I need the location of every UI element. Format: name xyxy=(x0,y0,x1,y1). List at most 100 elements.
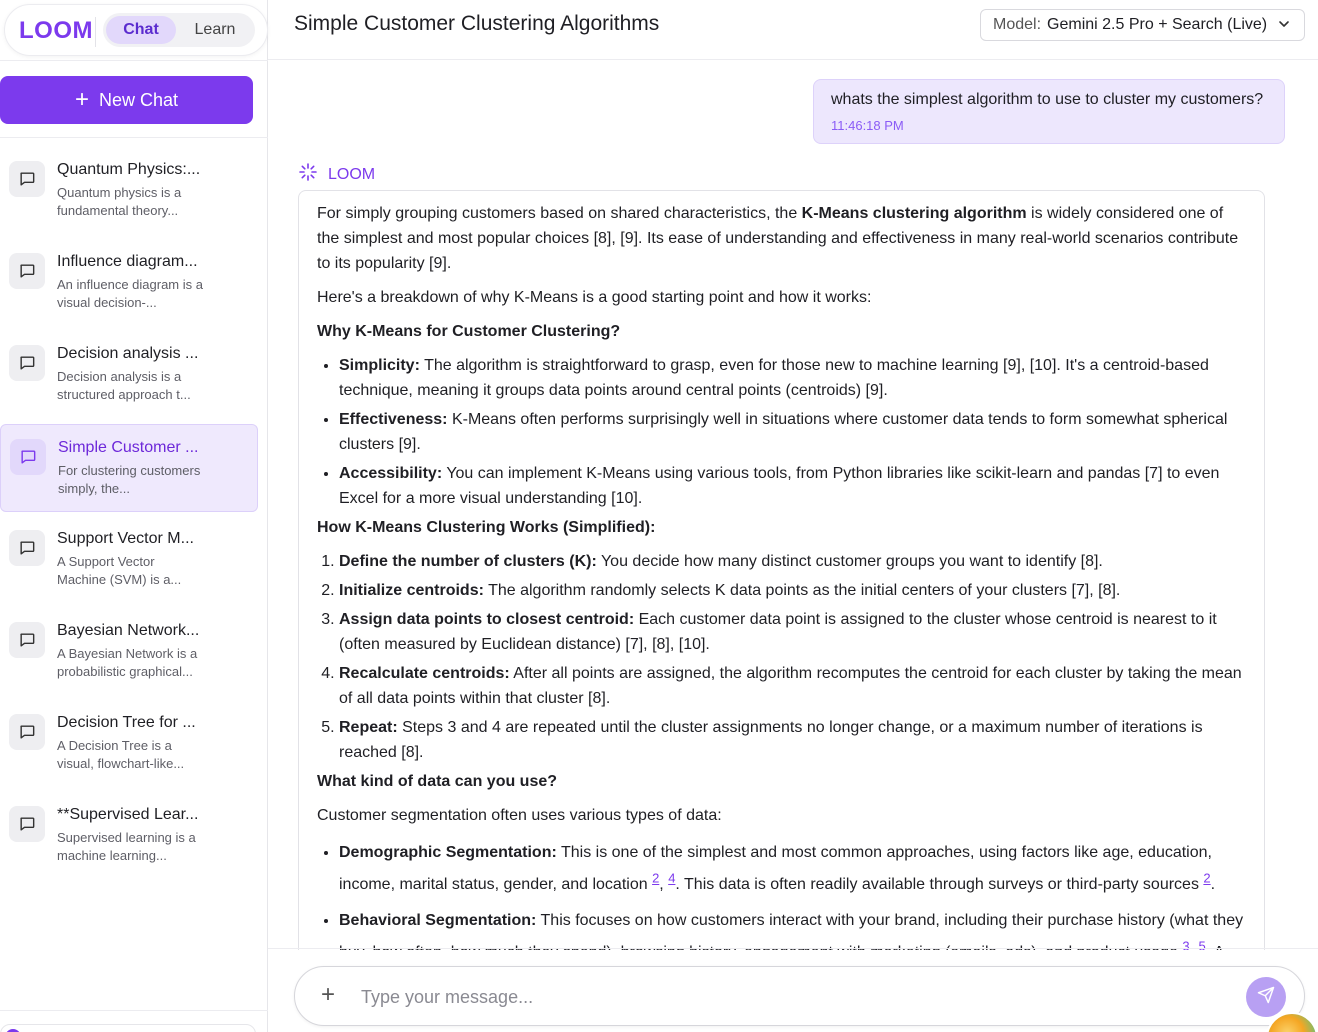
divider xyxy=(268,948,1318,949)
conversation-title: **Supervised Lear... xyxy=(57,806,199,823)
user-message-text: whats the simplest algorithm to use to c… xyxy=(831,91,1264,108)
divider xyxy=(0,1010,268,1011)
send-button[interactable] xyxy=(1246,977,1286,1017)
conversation-snippet: Supervised learning is a machine learnin… xyxy=(57,830,196,863)
plus-icon: + xyxy=(74,86,89,113)
conversation-snippet: A Decision Tree is a visual, flowchart-l… xyxy=(57,738,185,771)
list-item: Simplicity: The algorithm is straightfor… xyxy=(339,353,1249,403)
ai-message-body: For simply grouping customers based on s… xyxy=(317,201,1249,950)
conversation-snippet: Decision analysis is a structured approa… xyxy=(57,369,191,402)
sidebar: LOOM Chat Learn + New Chat Quantum Physi… xyxy=(0,0,268,1032)
conversation-item[interactable]: Decision analysis ... Decision analysis i… xyxy=(0,345,258,433)
list-text: The algorithm randomly selects K data po… xyxy=(483,582,1121,599)
why-list: Simplicity: The algorithm is straightfor… xyxy=(317,353,1249,511)
list-term: Repeat: xyxy=(339,719,398,736)
model-select[interactable]: Model: Gemini 2.5 Pro + Search (Live) xyxy=(980,9,1305,41)
list-term: Behavioral Segmentation: xyxy=(339,912,537,929)
ai-label: LOOM xyxy=(298,162,375,187)
conversation-title: Bayesian Network... xyxy=(57,622,200,639)
data-heading: What kind of data can you use? xyxy=(317,773,558,790)
data-intro: Customer segmentation often uses various… xyxy=(317,807,722,824)
list-item: Demographic Segmentation: This is one of… xyxy=(339,837,1249,901)
conversation-title: Influence diagram... xyxy=(57,253,198,270)
how-heading: How K-Means Clustering Works (Simplified… xyxy=(317,519,656,536)
sparkle-icon xyxy=(298,162,318,187)
conversation-snippet: Quantum physics is a fundamental theory.… xyxy=(57,185,182,218)
list-text: , xyxy=(659,876,669,893)
new-chat-label: New Chat xyxy=(98,89,179,110)
conversation-title: Simple Customer ... xyxy=(58,439,199,456)
mode-learn-button[interactable]: Learn xyxy=(179,16,251,44)
new-chat-button[interactable]: + New Chat xyxy=(0,76,253,124)
list-text: You can implement K-Means using various … xyxy=(339,465,1220,507)
conversation-title: Decision analysis ... xyxy=(57,345,199,362)
list-item: Initialize centroids: The algorithm rand… xyxy=(339,578,1249,603)
message-timestamp: 11:46:18 PM xyxy=(831,118,904,133)
list-term: Define the number of clusters (K): xyxy=(339,553,597,570)
list-item: Behavioral Segmentation: This focuses on… xyxy=(339,905,1249,950)
conversation-item[interactable]: Simple Customer ... For clustering custom… xyxy=(0,424,258,512)
user-menu[interactable] xyxy=(0,1024,256,1032)
conversation-snippet: A Support Vector Machine (SVM) is a... xyxy=(57,554,182,587)
list-term: Assign data points to closest centroid: xyxy=(339,611,635,628)
why-heading: Why K-Means for Customer Clustering? xyxy=(317,323,621,340)
chat-bubble-icon xyxy=(10,439,46,475)
list-term: Effectiveness: xyxy=(339,411,448,428)
breakdown-paragraph: Here's a breakdown of why K-Means is a g… xyxy=(317,289,872,306)
list-item: Repeat: Steps 3 and 4 are repeated until… xyxy=(339,715,1249,765)
ai-message-card: For simply grouping customers based on s… xyxy=(298,190,1265,950)
header: Simple Customer Clustering Algorithms Mo… xyxy=(268,0,1318,60)
divider xyxy=(0,60,268,61)
conversation-snippet: A Bayesian Network is a probabilistic gr… xyxy=(57,646,198,679)
list-text: You decide how many distinct customer gr… xyxy=(596,553,1103,570)
list-text: . This data is often readily available t… xyxy=(675,876,1204,893)
list-text: . A xyxy=(1206,944,1225,950)
list-item: Recalculate centroids: After all points … xyxy=(339,661,1249,711)
intro-paragraph: For simply grouping customers based on s… xyxy=(317,201,1249,276)
chat-bubble-icon xyxy=(9,714,45,750)
brand-bar: LOOM Chat Learn xyxy=(4,4,268,56)
divider xyxy=(0,137,268,138)
data-list: Demographic Segmentation: This is one of… xyxy=(317,837,1249,950)
mode-chat-button[interactable]: Chat xyxy=(106,16,176,44)
list-term: Initialize centroids: xyxy=(339,582,484,599)
chat-bubble-icon xyxy=(9,253,45,289)
page-title: Simple Customer Clustering Algorithms xyxy=(294,12,660,35)
conversation-item[interactable]: Quantum Physics:... Quantum physics is a … xyxy=(0,161,258,249)
list-item: Define the number of clusters (K): You d… xyxy=(339,549,1249,574)
conversation-item[interactable]: **Supervised Lear... Supervised learning … xyxy=(0,806,258,894)
list-term: Simplicity: xyxy=(339,357,420,374)
how-list: Define the number of clusters (K): You d… xyxy=(317,549,1249,765)
list-text: K-Means often performs surprisingly well… xyxy=(339,411,1228,453)
list-term: Accessibility: xyxy=(339,465,443,482)
conversation-snippet: For clustering customers simply, the... xyxy=(58,463,201,496)
conversation-title: Support Vector M... xyxy=(57,530,194,547)
list-text: The algorithm is straightforward to gras… xyxy=(339,357,1209,399)
conversation-item[interactable]: Bayesian Network... A Bayesian Network is… xyxy=(0,622,258,710)
model-label: Model: xyxy=(993,16,1042,33)
chat-bubble-icon xyxy=(9,806,45,842)
chat-bubble-icon xyxy=(9,530,45,566)
ai-name: LOOM xyxy=(328,165,376,183)
mode-switch: Chat Learn xyxy=(103,13,255,47)
citation-link[interactable]: 2 xyxy=(1203,871,1210,886)
conversation-item[interactable]: Decision Tree for ... A Decision Tree is … xyxy=(0,714,258,802)
message-input[interactable] xyxy=(361,981,1221,1013)
conversation-snippet: An influence diagram is a visual decisio… xyxy=(57,277,203,310)
conversation-item[interactable]: Influence diagram... An influence diagram… xyxy=(0,253,258,341)
chat-bubble-icon xyxy=(9,345,45,381)
list-item: Assign data points to closest centroid: … xyxy=(339,607,1249,657)
list-text: . xyxy=(1210,876,1216,893)
add-attachment-icon[interactable]: + xyxy=(321,981,335,1009)
conversation-title: Decision Tree for ... xyxy=(57,714,196,731)
conversation-title: Quantum Physics:... xyxy=(57,161,201,178)
list-term: Demographic Segmentation: xyxy=(339,844,557,861)
intro-bold: K-Means clustering algorithm xyxy=(801,205,1027,222)
chat-bubble-icon xyxy=(9,161,45,197)
list-text: Steps 3 and 4 are repeated until the clu… xyxy=(339,719,1203,761)
conversation-item[interactable]: Support Vector M... A Support Vector Mach… xyxy=(0,530,258,618)
intro-text: For simply grouping customers based on s… xyxy=(317,205,802,222)
model-value: Gemini 2.5 Pro + Search (Live) xyxy=(1047,16,1268,33)
loom-logo[interactable]: LOOM xyxy=(19,17,93,45)
list-text: , xyxy=(1190,944,1199,950)
